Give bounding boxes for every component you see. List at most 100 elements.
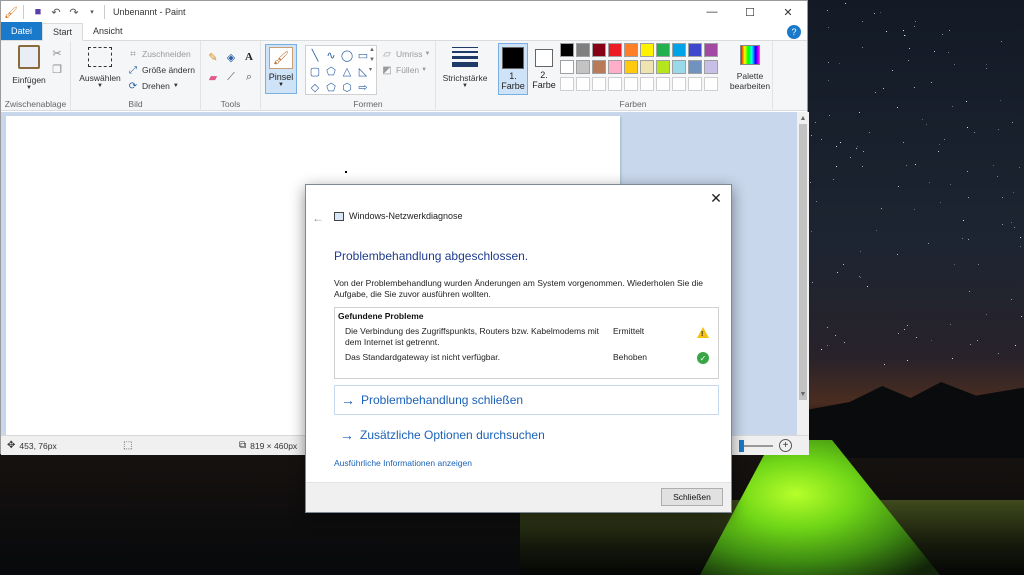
select-button[interactable]: Auswählen ▼: [77, 45, 123, 89]
palette-swatch[interactable]: [688, 60, 702, 74]
star: [952, 105, 954, 107]
scroll-thumb[interactable]: [799, 124, 807, 400]
right-triangle-shape-icon[interactable]: ◺: [356, 64, 370, 78]
palette-swatch[interactable]: [656, 60, 670, 74]
save-icon[interactable]: ■: [30, 4, 46, 20]
star: [862, 47, 863, 49]
star: [997, 176, 999, 178]
close-icon[interactable]: ✕: [707, 189, 725, 207]
palette-swatch[interactable]: [640, 60, 654, 74]
star: [986, 68, 987, 69]
line-shape-icon[interactable]: ╲: [308, 48, 322, 62]
palette-empty-swatch[interactable]: [576, 77, 590, 91]
palette-swatch[interactable]: [672, 43, 686, 57]
zoom-slider[interactable]: [739, 440, 779, 452]
palette-empty-swatch[interactable]: [624, 77, 638, 91]
edit-colors-button[interactable]: Palette bearbeiten: [728, 45, 772, 91]
star: [930, 340, 932, 342]
crop-button[interactable]: ⌗ Zuschneiden: [127, 47, 191, 61]
tab-datei[interactable]: Datei: [1, 22, 43, 40]
maximize-button[interactable]: ☐: [731, 1, 769, 23]
palette-swatch[interactable]: [576, 60, 590, 74]
palette-swatch[interactable]: [624, 43, 638, 57]
star: [875, 91, 877, 93]
brush-button[interactable]: 🖌 Pinsel ▼: [265, 44, 297, 94]
close-dialog-button[interactable]: Schließen: [661, 488, 723, 506]
gallery-scroll-icon[interactable]: ▲ ▼ ▾: [369, 45, 375, 75]
undo-icon[interactable]: ↶: [48, 4, 64, 20]
hexagon-shape-icon[interactable]: ⬡: [340, 80, 354, 94]
size-button[interactable]: Strichstärke ▼: [438, 45, 492, 89]
palette-swatch[interactable]: [624, 60, 638, 74]
problem-status: Behoben: [613, 352, 648, 362]
paste-button[interactable]: Einfügen ▼: [9, 45, 49, 91]
pencil-icon[interactable]: ✎: [205, 49, 221, 65]
palette-empty-swatch[interactable]: [688, 77, 702, 91]
more-options-command[interactable]: → Zusätzliche Optionen durchsuchen: [334, 420, 719, 450]
color2-button[interactable]: 2. Farbe: [530, 43, 558, 95]
palette-empty-swatch[interactable]: [672, 77, 686, 91]
scroll-down-icon[interactable]: ▼: [797, 388, 809, 400]
outline-button[interactable]: ▱ Umriss ▼: [381, 47, 430, 61]
pentagon-shape-icon[interactable]: ⬠: [324, 80, 338, 94]
palette-empty-swatch[interactable]: [640, 77, 654, 91]
palette-empty-swatch[interactable]: [704, 77, 718, 91]
palette-empty-swatch[interactable]: [656, 77, 670, 91]
close-troubleshooter-command[interactable]: → Problembehandlung schließen: [334, 385, 719, 415]
mountain-silhouette: [806, 382, 1024, 458]
zoom-in-icon[interactable]: +: [779, 439, 792, 452]
curve-shape-icon[interactable]: ∿: [324, 48, 338, 62]
palette-swatch[interactable]: [608, 60, 622, 74]
resize-button[interactable]: ⤢ Größe ändern: [127, 63, 195, 77]
group-size: Strichstärke ▼: [436, 41, 494, 111]
rectangle-shape-icon[interactable]: ▭: [356, 48, 370, 62]
palette-empty-swatch[interactable]: [592, 77, 606, 91]
palette-swatch[interactable]: [608, 43, 622, 57]
triangle-shape-icon[interactable]: △: [340, 64, 354, 78]
tab-ansicht[interactable]: Ansicht: [83, 22, 133, 40]
tab-start[interactable]: Start: [42, 23, 84, 41]
help-icon[interactable]: ?: [787, 25, 801, 39]
vertical-scrollbar[interactable]: ▲ ▼: [797, 112, 809, 435]
polygon-shape-icon[interactable]: ⬠: [324, 64, 338, 78]
cut-icon[interactable]: ✂: [49, 45, 65, 61]
palette-swatch[interactable]: [704, 60, 718, 74]
arrow-shape-icon[interactable]: ⇨: [356, 80, 370, 94]
palette-swatch[interactable]: [640, 43, 654, 57]
palette-swatch[interactable]: [592, 60, 606, 74]
group-label: Zwischenablage: [4, 99, 67, 109]
copy-icon[interactable]: ❐: [49, 61, 65, 77]
redo-icon[interactable]: ↷: [66, 4, 82, 20]
palette-swatch[interactable]: [656, 43, 670, 57]
oval-shape-icon[interactable]: ◯: [340, 48, 354, 62]
magnifier-icon[interactable]: ⌕: [241, 69, 257, 85]
palette-swatch[interactable]: [592, 43, 606, 57]
chevron-down-icon: ▼: [172, 83, 179, 89]
palette-swatch[interactable]: [688, 43, 702, 57]
fill-icon[interactable]: ◈: [223, 49, 239, 65]
customize-quick-access-icon[interactable]: ▾: [84, 4, 100, 20]
back-arrow-icon[interactable]: ←: [312, 211, 324, 225]
eraser-icon[interactable]: ▰: [205, 69, 221, 85]
diamond-shape-icon[interactable]: ◇: [308, 80, 322, 94]
text-icon[interactable]: A: [241, 49, 257, 65]
palette-empty-swatch[interactable]: [608, 77, 622, 91]
minimize-button[interactable]: —: [693, 1, 731, 23]
star: [937, 150, 939, 152]
rotate-button[interactable]: ⟳ Drehen ▼: [127, 79, 179, 93]
palette-swatch[interactable]: [576, 43, 590, 57]
color-picker-icon[interactable]: ⟋: [223, 69, 239, 85]
close-button[interactable]: ✕: [769, 1, 807, 23]
scroll-up-icon[interactable]: ▲: [797, 112, 809, 124]
star: [815, 121, 817, 123]
star: [828, 62, 830, 64]
palette-swatch[interactable]: [560, 60, 574, 74]
rounded-rectangle-shape-icon[interactable]: ▢: [308, 64, 322, 78]
fill-button[interactable]: ◩ Füllen ▼: [381, 63, 427, 77]
palette-swatch[interactable]: [672, 60, 686, 74]
details-link[interactable]: Ausführliche Informationen anzeigen: [334, 458, 472, 468]
palette-empty-swatch[interactable]: [560, 77, 574, 91]
palette-swatch[interactable]: [560, 43, 574, 57]
palette-swatch[interactable]: [704, 43, 718, 57]
color1-button[interactable]: 1. Farbe: [498, 43, 528, 95]
